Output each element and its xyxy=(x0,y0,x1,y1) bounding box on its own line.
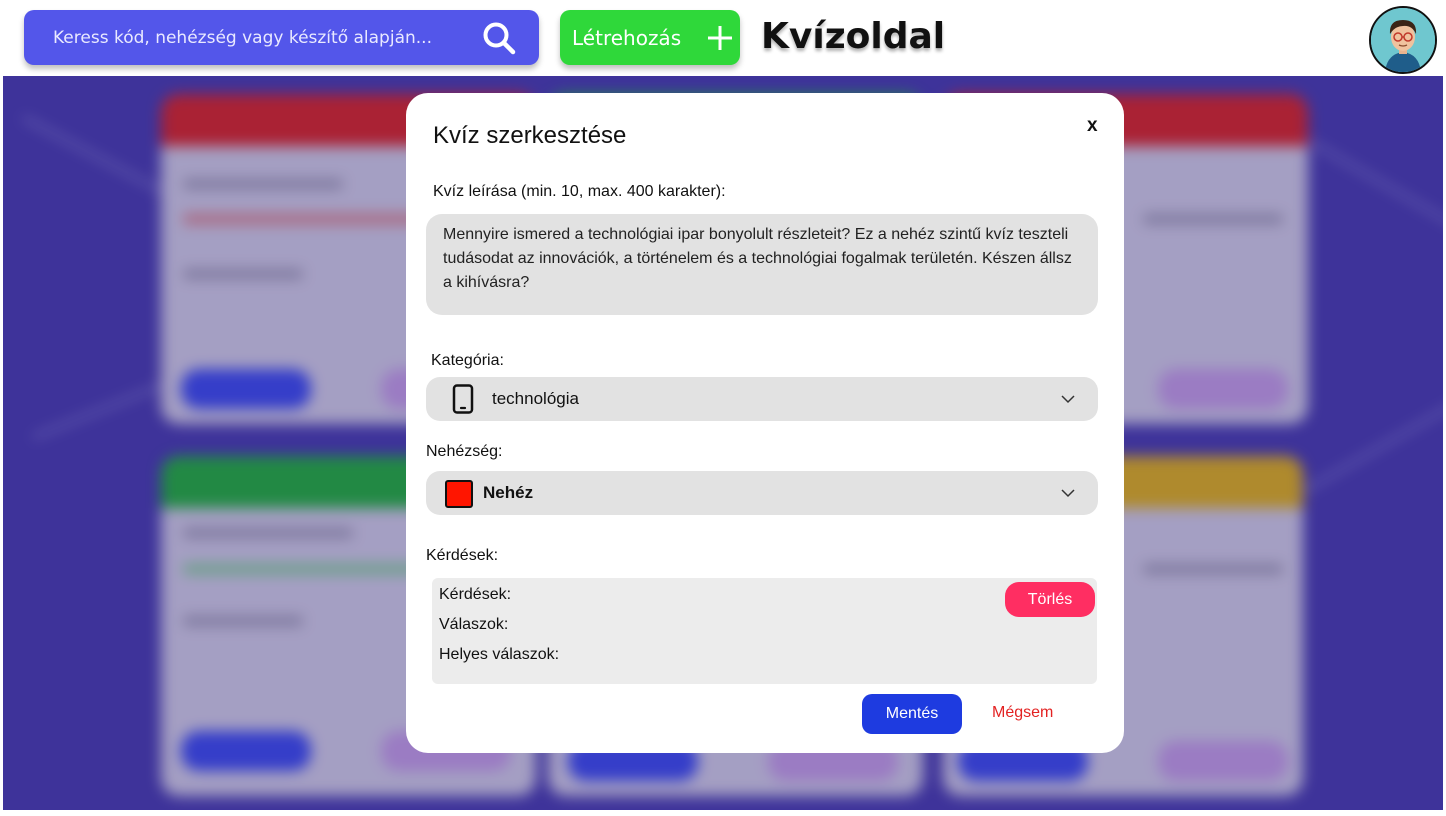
avatar-icon xyxy=(1371,8,1435,72)
questions-label: Kérdések: xyxy=(426,547,499,564)
difficulty-value: Nehéz xyxy=(483,483,534,502)
answers-label: Válaszok: xyxy=(439,616,509,633)
top-bar: Keress kód, nehézség vagy készítő alapjá… xyxy=(3,0,1443,76)
phone-icon xyxy=(452,384,474,414)
plus-icon xyxy=(708,26,732,50)
category-label: Kategória: xyxy=(431,352,504,369)
delete-question-button[interactable]: Törlés xyxy=(1005,582,1095,617)
close-button[interactable]: x xyxy=(1087,115,1098,137)
correct-answers-label: Helyes válaszok: xyxy=(439,646,560,663)
user-avatar[interactable] xyxy=(1369,6,1437,74)
difficulty-label: Nehézség: xyxy=(426,443,503,460)
question-item: Kérdések: Válaszok: Helyes válaszok: Tör… xyxy=(432,578,1097,684)
category-value: technológia xyxy=(492,389,579,408)
search-placeholder: Keress kód, nehézség vagy készítő alapjá… xyxy=(53,27,432,48)
category-select[interactable]: technológia xyxy=(426,377,1098,421)
create-quiz-button[interactable]: Létrehozás xyxy=(560,10,740,65)
modal-title: Kvíz szerkesztése xyxy=(433,122,627,149)
create-quiz-label: Létrehozás xyxy=(572,25,682,50)
description-label: Kvíz leírása (min. 10, max. 400 karakter… xyxy=(433,183,726,200)
search-input[interactable]: Keress kód, nehézség vagy készítő alapjá… xyxy=(24,10,539,65)
save-button[interactable]: Mentés xyxy=(862,694,962,734)
search-icon[interactable] xyxy=(481,20,517,56)
question-text-label: Kérdések: xyxy=(439,586,512,603)
description-textarea[interactable]: Mennyire ismered a technológiai ipar bon… xyxy=(426,214,1098,315)
difficulty-color-swatch xyxy=(445,480,473,508)
site-title: Kvízoldal xyxy=(761,16,946,57)
chevron-down-icon xyxy=(1061,489,1075,498)
edit-quiz-modal: Kvíz szerkesztése x Kvíz leírása (min. 1… xyxy=(406,93,1124,753)
chevron-down-icon xyxy=(1061,395,1075,404)
difficulty-select[interactable]: Nehéz xyxy=(426,471,1098,515)
cancel-button[interactable]: Mégsem xyxy=(992,704,1053,722)
